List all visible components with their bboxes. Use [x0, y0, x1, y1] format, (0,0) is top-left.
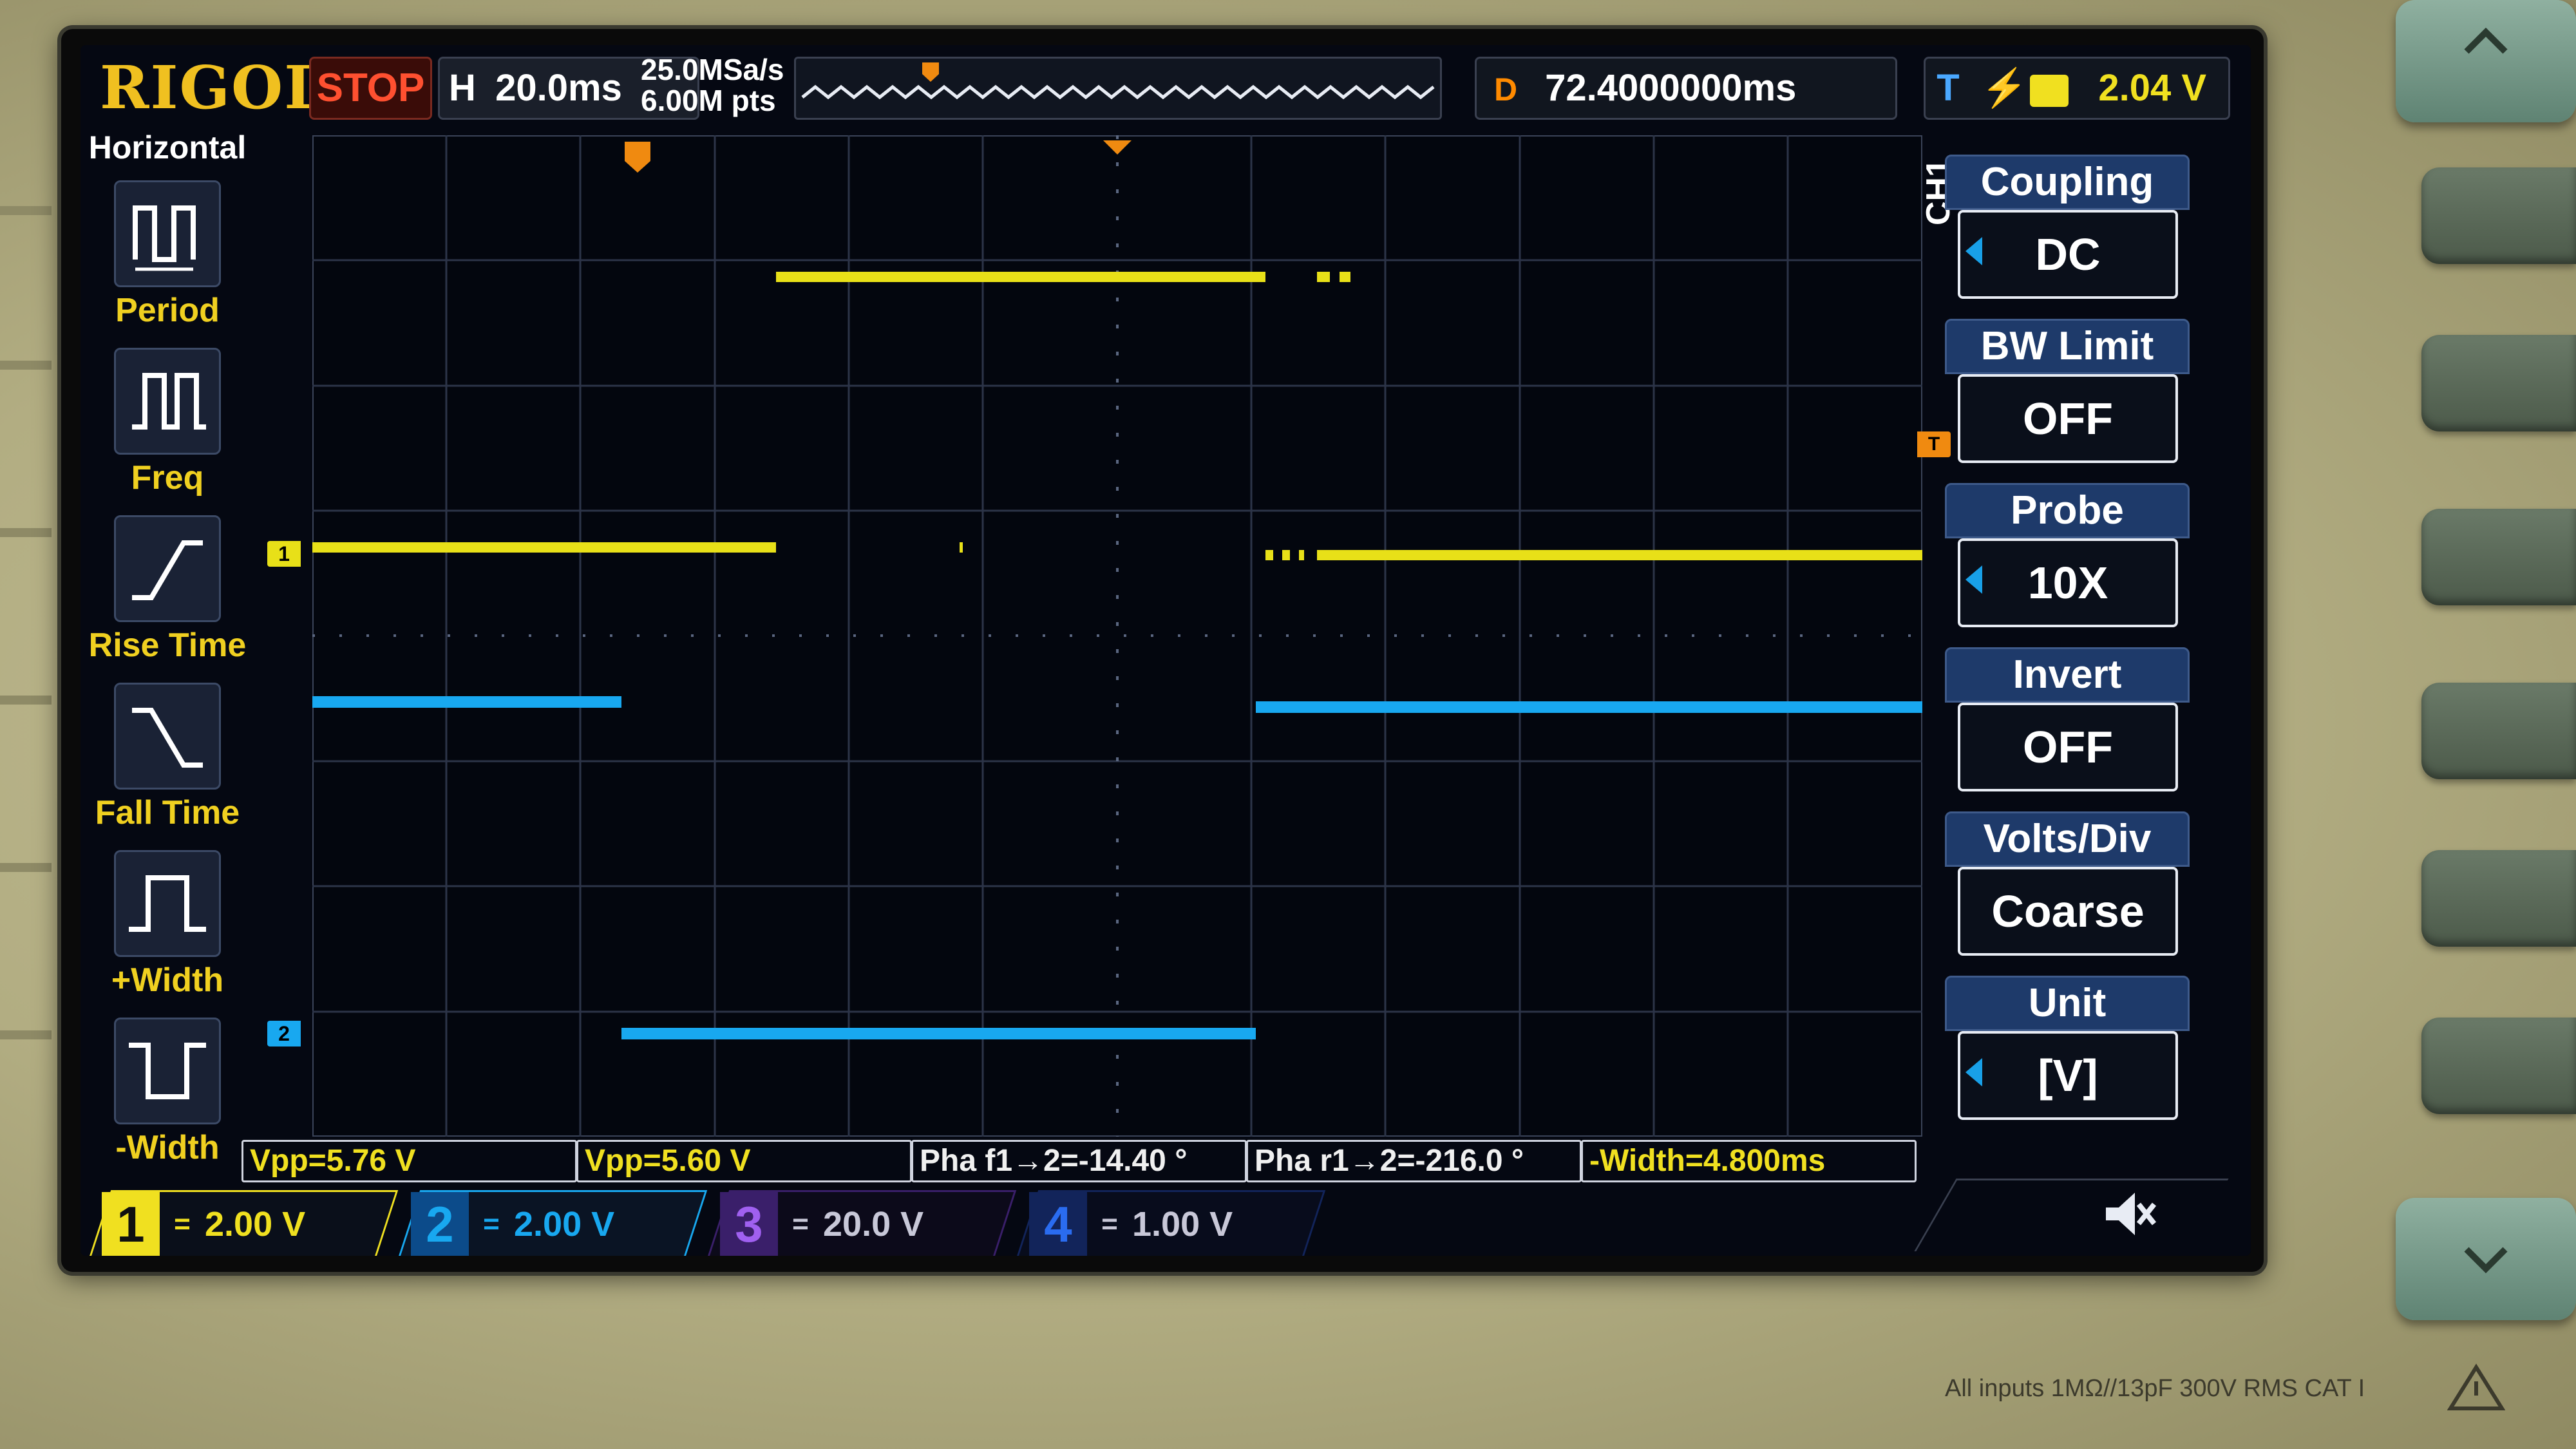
measure-menu: Horizontal Period Freq Rise Time Fall Ti…	[87, 129, 248, 1198]
horizontal-label: H	[449, 67, 476, 109]
acquisition-info: 25.0MSa/s 6.00M pts	[641, 54, 784, 116]
trigger-level: 2.04 V	[2098, 67, 2207, 109]
menu-arrow-icon	[1965, 1058, 1982, 1086]
memory-position-marker-icon	[922, 62, 939, 82]
sample-rate: 25.0MSa/s	[641, 53, 784, 86]
measure-freq-button[interactable]: Freq	[87, 348, 248, 509]
measure-menu-title: Horizontal	[88, 129, 247, 166]
warning-triangle-icon	[2447, 1363, 2505, 1410]
trigger-label: T	[1937, 67, 1960, 109]
brand-logo: RIGOL	[100, 53, 327, 122]
bezel-rail	[0, 863, 52, 872]
measure-positive-width-button[interactable]: +Width	[87, 850, 248, 1011]
rise-time-icon	[114, 515, 221, 622]
positive-width-icon	[114, 850, 221, 957]
channel-2-badge[interactable]: 2 = 2.00 V	[397, 1190, 708, 1256]
memory-depth: 6.00M pts	[641, 84, 776, 117]
input-rating-label: All inputs 1MΩ//13pF 300V RMS CAT I	[1945, 1375, 2365, 1402]
measure-rise-time-button[interactable]: Rise Time	[87, 515, 248, 676]
menu-arrow-icon	[1965, 565, 1982, 594]
softkey-4[interactable]	[2421, 683, 2576, 779]
bezel-rail	[0, 206, 52, 215]
freq-icon	[114, 348, 221, 455]
channel-3-badge[interactable]: 3 = 20.0 V	[706, 1190, 1017, 1256]
negative-width-icon	[114, 1018, 221, 1124]
status-tray	[1914, 1179, 2229, 1251]
channel-4-badge[interactable]: 4 = 1.00 V	[1016, 1190, 1326, 1256]
volts-div-menu-item[interactable]: Volts/Div Coarse	[1945, 811, 2190, 966]
measurement-phase-rise[interactable]: Pha r1→2=-216.0 °	[1246, 1140, 1582, 1182]
ch2-level-marker[interactable]: 2	[267, 1021, 301, 1046]
bezel-rail	[0, 361, 52, 370]
coupling-menu-item[interactable]: Coupling DC	[1945, 155, 2190, 309]
softkey-6[interactable]	[2421, 1018, 2576, 1114]
timebase-value: 20.0ms	[495, 67, 622, 109]
softkey-5[interactable]	[2421, 850, 2576, 947]
memory-overview-strip[interactable]	[794, 57, 1442, 120]
speaker-muted-icon[interactable]	[2096, 1185, 2161, 1243]
menu-arrow-icon	[1965, 237, 1982, 265]
measurement-ch2-vpp[interactable]: Vpp=5.60 V	[576, 1140, 912, 1182]
trigger-source-icon	[2030, 74, 2069, 107]
period-icon	[114, 180, 221, 287]
softkey-1[interactable]	[2421, 167, 2576, 264]
channel-1-badge[interactable]: 1 = 2.00 V	[88, 1190, 399, 1256]
ch1-level-marker[interactable]: 1	[267, 541, 301, 567]
bezel-rail	[0, 528, 52, 537]
measurement-ch1-vpp[interactable]: Vpp=5.76 V	[242, 1140, 577, 1182]
bw-limit-menu-item[interactable]: BW Limit OFF	[1945, 319, 2190, 473]
trigger-edge-icon: ⚡	[1981, 67, 2028, 109]
scope-display: RIGOL STOP H 20.0ms 25.0MSa/s 6.00M pts …	[80, 45, 2251, 1256]
measurement-bar: Vpp=5.76 V Vpp=5.60 V Pha f1→2=-14.40 ° …	[242, 1140, 2045, 1185]
delay-label: D	[1493, 71, 1518, 108]
unit-menu-item[interactable]: Unit [V]	[1945, 976, 2190, 1130]
probe-menu-item[interactable]: Probe 10X	[1945, 483, 2190, 638]
bezel-rail	[0, 1030, 52, 1039]
menu-up-button[interactable]	[2396, 0, 2576, 122]
measurement-phase-fall[interactable]: Pha f1→2=-14.40 °	[911, 1140, 1247, 1182]
menu-down-button[interactable]	[2396, 1198, 2576, 1320]
memory-waveform-icon	[801, 62, 1435, 100]
trigger-box[interactable]: T ⚡ 2.04 V	[1924, 57, 2230, 120]
fall-time-icon	[114, 683, 221, 790]
channel-bar: 1 = 2.00 V 2 = 2.00 V 3 = 20.0 V 4 = 1.0	[88, 1190, 1388, 1256]
softkey-3[interactable]	[2421, 509, 2576, 605]
bezel-rail	[0, 696, 52, 705]
measure-period-button[interactable]: Period	[87, 180, 248, 341]
measurement-negative-width[interactable]: -Width=4.800ms	[1581, 1140, 1917, 1182]
delay-value: 72.4000000ms	[1545, 67, 1797, 109]
delay-box[interactable]: D 72.4000000ms	[1475, 57, 1897, 120]
waveform-graticule[interactable]	[312, 135, 1922, 1137]
measure-negative-width-button[interactable]: -Width	[87, 1018, 248, 1179]
invert-menu-item[interactable]: Invert OFF	[1945, 647, 2190, 802]
softkey-2[interactable]	[2421, 335, 2576, 431]
measure-fall-time-button[interactable]: Fall Time	[87, 683, 248, 844]
run-status-badge[interactable]: STOP	[309, 57, 432, 120]
